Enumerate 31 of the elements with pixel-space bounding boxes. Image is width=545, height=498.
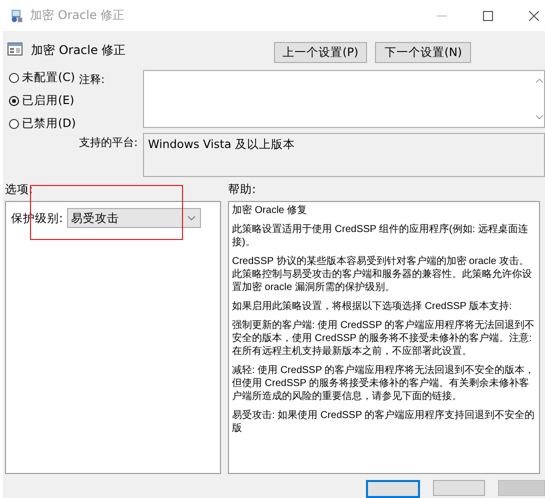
- help-paragraph: CredSSP 协议的某些版本容易受到针对客户端的加密 oracle 攻击。此策略控制与易受攻击的客户端和服务器的兼容性。此策略允许你设置加密 oracle 漏洞所需的保护级别。: [232, 255, 533, 294]
- settings-page-icon: [7, 41, 23, 57]
- radio-button[interactable]: [9, 118, 19, 128]
- comment-label: 注释:: [79, 72, 106, 88]
- policy-title: 加密 Oracle 修正: [31, 42, 126, 59]
- dialog-button[interactable]: [366, 480, 420, 498]
- radio-label[interactable]: 已禁用(D): [22, 116, 76, 131]
- platform-field: Windows Vista 及以上版本: [143, 133, 545, 177]
- chevron-down-icon: [188, 216, 195, 220]
- window-title: 加密 Oracle 修正: [30, 7, 125, 24]
- help-label: 帮助:: [228, 182, 257, 197]
- radio-label[interactable]: 未配置(C): [22, 70, 76, 85]
- help-paragraph: 如果启用此策略设置，将根据以下选项选择 CredSSP 版本支持:: [232, 300, 513, 313]
- platform-label: 支持的平台:: [79, 135, 139, 151]
- policy-icon: [10, 8, 24, 22]
- help-paragraph: 此策略设置适用于使用 CredSSP 组件的应用程序(例如: 远程桌面连接)。: [232, 223, 529, 249]
- radio-button[interactable]: [9, 72, 19, 82]
- radio-label[interactable]: 已启用(E): [22, 93, 74, 108]
- help-paragraph: 易受攻击: 如果使用 CredSSP 的客户端应用程序支持回退到不安全的版: [232, 409, 536, 435]
- protection-level-dropdown[interactable]: 易受攻击: [66, 208, 201, 228]
- help-paragraph: 加密 Oracle 修复: [232, 204, 308, 217]
- help-paragraph: 减轻: 使用 CredSSP 的客户端应用程序将无法回退到不安全的版本，但使用 CredSSP 的服务将接受未修补的客户端。有关剩余未修补客户端所造成的风险的重要信息，请参见下面的链接。: [232, 364, 536, 403]
- maximize-icon[interactable]: [483, 10, 493, 20]
- scroll-down-icon[interactable]: [536, 115, 543, 120]
- nav-button[interactable]: 上一个设置(P): [274, 42, 368, 63]
- help-paragraph: 强制更新的客户端: 使用 CredSSP 的客户端应用程序将无法回退到不安全的版本，使用 CredSSP 的服务将不接受未修补的客户端。注意: 在所有远程主机支持最新版本之前，不应部署此设置。: [232, 319, 536, 358]
- comment-field[interactable]: [143, 70, 545, 128]
- close-icon[interactable]: [529, 10, 539, 20]
- scroll-up-icon[interactable]: [536, 78, 543, 83]
- radio-button[interactable]: [9, 96, 19, 106]
- nav-button[interactable]: 下一个设置(N): [375, 42, 471, 63]
